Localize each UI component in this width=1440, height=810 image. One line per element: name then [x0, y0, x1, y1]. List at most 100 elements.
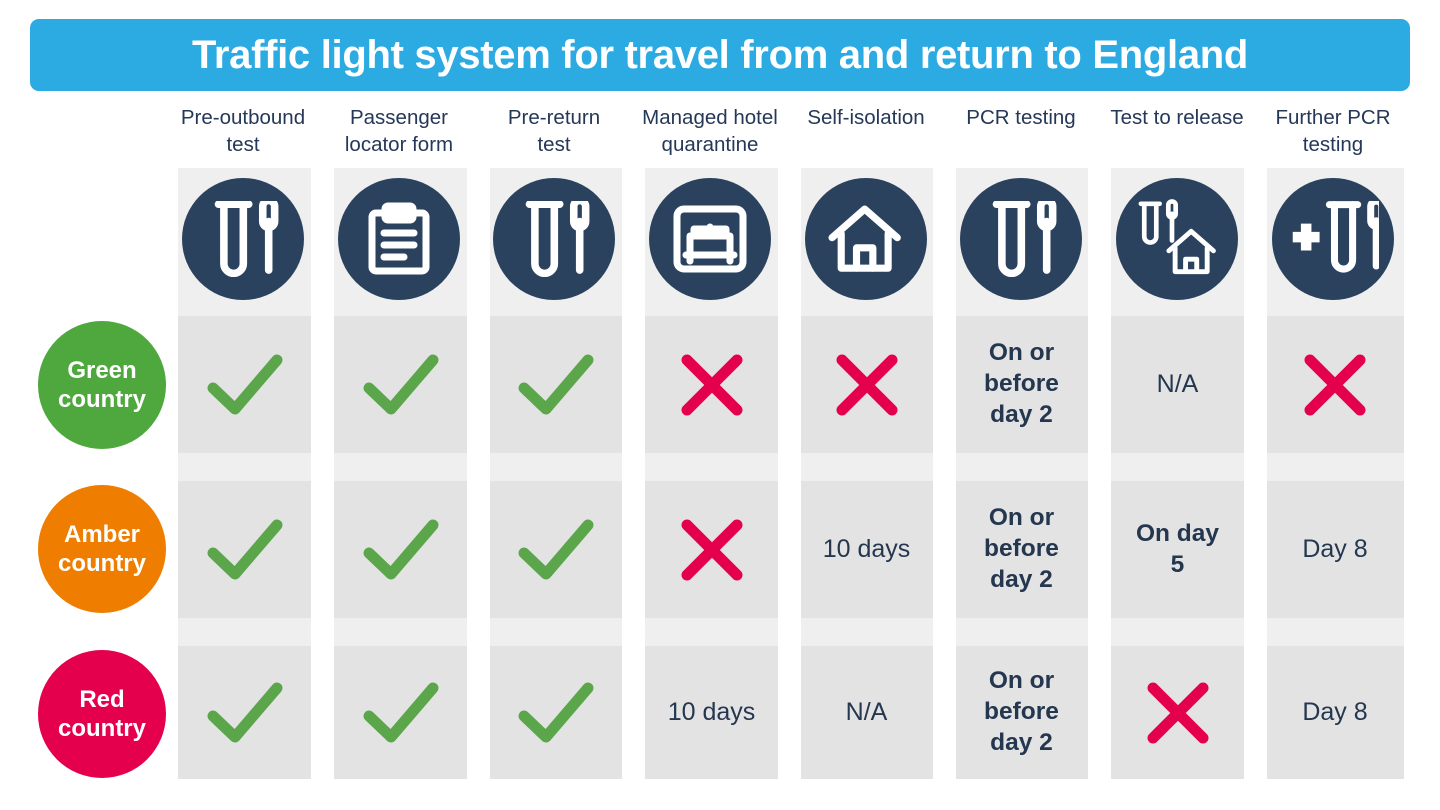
cell-red-4: 10 days: [645, 646, 778, 779]
column-header-line: Further PCR: [1275, 106, 1391, 129]
column-gap: [933, 168, 956, 780]
row-label-green: Green country: [38, 321, 166, 449]
cell-green-6: On or before day 2: [955, 316, 1088, 453]
cell-text: N/A: [1157, 369, 1199, 401]
cell-green-5: [800, 316, 933, 453]
cell-text-line: 10 days: [667, 697, 756, 726]
cell-text: Day 8: [1302, 697, 1367, 729]
column-header-line: testing: [1302, 133, 1364, 157]
column-header-line: Self-isolation: [807, 106, 925, 129]
cell-text-line: On or: [988, 667, 1055, 695]
row-label-amber: Amber country: [38, 485, 166, 613]
column-header-line: Pre-outbound: [180, 106, 306, 129]
cell-amber-3: [489, 481, 622, 618]
cell-amber-4: [645, 481, 778, 618]
cell-text-line: On day: [1135, 519, 1220, 547]
cell-amber-7: On day 5: [1111, 481, 1244, 618]
row-label-line: country: [57, 715, 146, 742]
hotel-bed-icon: [649, 178, 771, 300]
cross-icon: [836, 354, 897, 415]
cell-text-line: before: [984, 535, 1059, 563]
cell-green-3: [489, 316, 622, 453]
check-icon: [207, 519, 282, 579]
row-label-line: country: [57, 550, 146, 577]
cell-text-line: 5: [1170, 550, 1185, 578]
cell-text-line: Day 8: [1302, 697, 1368, 726]
column-header-line: Pre-return: [507, 106, 601, 129]
page-title-bar: Traffic light system for travel from and…: [30, 19, 1410, 91]
column-header-5: Self-isolation: [776, 104, 956, 131]
cell-text-line: before: [984, 370, 1059, 398]
cell-text-line: On or: [988, 504, 1055, 532]
column-header-line: Test to release: [1110, 106, 1244, 129]
row-label-line: Green: [67, 356, 137, 384]
cell-text: N/A: [846, 697, 888, 729]
cell-text: 10 days: [823, 534, 911, 566]
test-tube-swab-icon: [960, 178, 1082, 300]
cross-icon: [1147, 682, 1208, 743]
cell-green-2: [334, 316, 467, 453]
column-header-6: PCR testing: [931, 104, 1111, 131]
page-title: Traffic light system for travel from and…: [191, 33, 1249, 77]
column-header-line: quarantine: [661, 133, 759, 157]
cell-text-line: N/A: [845, 697, 888, 726]
cell-amber-1: [178, 481, 311, 618]
cell-text: On or before day 2: [984, 338, 1059, 431]
cell-red-8: Day 8: [1266, 646, 1404, 779]
column-header-4: Managed hotel quarantine: [620, 104, 800, 158]
cell-text: On day 5: [1136, 519, 1219, 581]
cell-text-line: day 2: [990, 565, 1053, 593]
check-icon: [518, 519, 593, 579]
test-tube-swab-icon: [493, 178, 615, 300]
cell-text: Day 8: [1302, 534, 1367, 566]
check-icon: [363, 354, 438, 414]
check-icon: [363, 682, 438, 742]
column-header-line: Managed hotel: [642, 106, 778, 129]
cell-red-2: [334, 646, 467, 779]
check-icon: [207, 682, 282, 742]
row-label-red: Red country: [38, 650, 166, 778]
cell-green-7: N/A: [1111, 316, 1244, 453]
row-label-line: country: [57, 386, 146, 413]
cell-red-3: [489, 646, 622, 779]
test-tube-swab-house-icon: [1116, 178, 1238, 300]
cell-text-line: day 2: [990, 728, 1053, 756]
cell-red-6: On or before day 2: [955, 646, 1088, 779]
cell-green-1: [178, 316, 311, 453]
cell-text-line: 10 days: [822, 534, 911, 563]
column-gap: [467, 168, 490, 780]
cell-green-4: [645, 316, 778, 453]
cell-red-5: N/A: [800, 646, 933, 779]
infographic-root: Traffic light system for travel from and…: [0, 0, 1440, 810]
cross-icon: [681, 519, 742, 580]
row-label-line: Red: [79, 685, 125, 713]
check-icon: [363, 519, 438, 579]
cell-text-line: N/A: [1156, 369, 1199, 398]
check-icon: [518, 682, 593, 742]
column-gap: [1244, 168, 1267, 780]
plus-test-tube-swab-icon: [1272, 178, 1394, 300]
column-header-8: Further PCR testing: [1243, 104, 1423, 158]
column-header-line: PCR testing: [966, 106, 1076, 129]
column-header-line: test: [226, 133, 260, 157]
column-header-line: Passenger: [349, 106, 448, 129]
house-icon: [805, 178, 927, 300]
test-tube-swab-icon: [182, 178, 304, 300]
check-icon: [207, 354, 282, 414]
cell-amber-2: [334, 481, 467, 618]
row-label-line: Amber: [63, 520, 141, 548]
column-header-line: locator form: [344, 133, 454, 157]
column-header-3: Pre-return test: [464, 104, 644, 158]
column-header-1: Pre-outbound test: [153, 104, 333, 158]
cell-green-8: [1266, 316, 1404, 453]
cell-text: On or before day 2: [984, 666, 1059, 759]
cell-amber-5: 10 days: [800, 481, 933, 618]
column-gap: [778, 168, 801, 780]
column-gap: [311, 168, 334, 780]
cell-red-1: [178, 646, 311, 779]
check-icon: [518, 354, 593, 414]
cell-text-line: before: [984, 698, 1059, 726]
cross-icon: [1304, 354, 1366, 415]
cell-text-line: day 2: [990, 400, 1053, 428]
column-header-line: test: [537, 133, 571, 157]
